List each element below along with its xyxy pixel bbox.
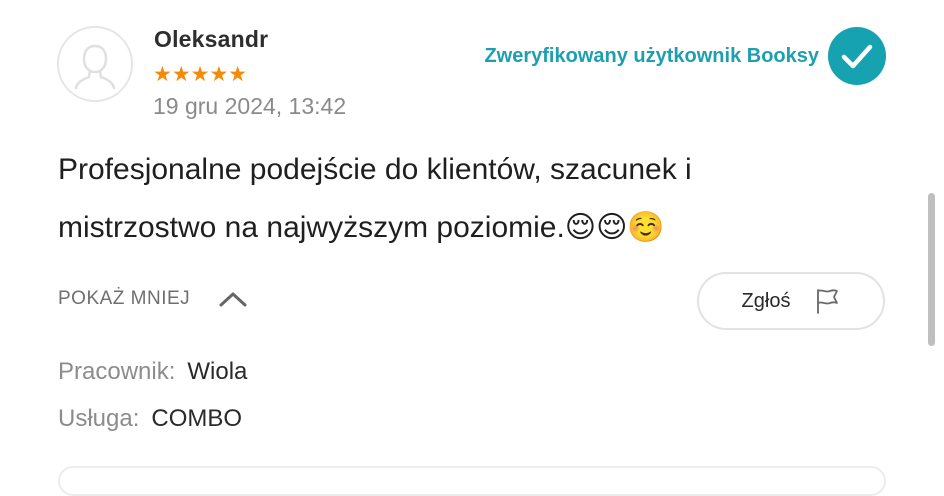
avatar <box>57 26 133 102</box>
verified-user-label: Zweryfikowany użytkownik Booksy <box>484 45 819 67</box>
user-placeholder-icon <box>74 44 116 90</box>
scrollbar-thumb[interactable] <box>928 193 935 346</box>
review-date: 19 gru 2024, 13:42 <box>153 93 347 119</box>
author-name: Oleksandr <box>154 26 269 52</box>
next-review-card <box>58 466 886 496</box>
service-value: COMBO <box>151 405 243 432</box>
report-button[interactable]: Zgłoś <box>697 272 885 330</box>
service-row: Usługa: COMBO <box>58 405 242 433</box>
check-circle-icon <box>828 27 886 85</box>
rating-stars: ★★★★★ <box>153 63 248 86</box>
employee-row: Pracownik: Wiola <box>58 358 247 386</box>
flag-icon <box>814 287 840 315</box>
show-less-toggle[interactable]: POKAŻ MNIEJ <box>58 288 248 310</box>
employee-label: Pracownik: <box>58 358 176 385</box>
show-less-label: POKAŻ MNIEJ <box>58 288 191 309</box>
service-label: Usługa: <box>58 405 140 432</box>
employee-value: Wiola <box>187 358 248 385</box>
report-label: Zgłoś <box>741 289 791 312</box>
chevron-up-icon <box>218 290 248 308</box>
review-text: Profesjonalne podejście do klientów, sza… <box>58 153 692 244</box>
